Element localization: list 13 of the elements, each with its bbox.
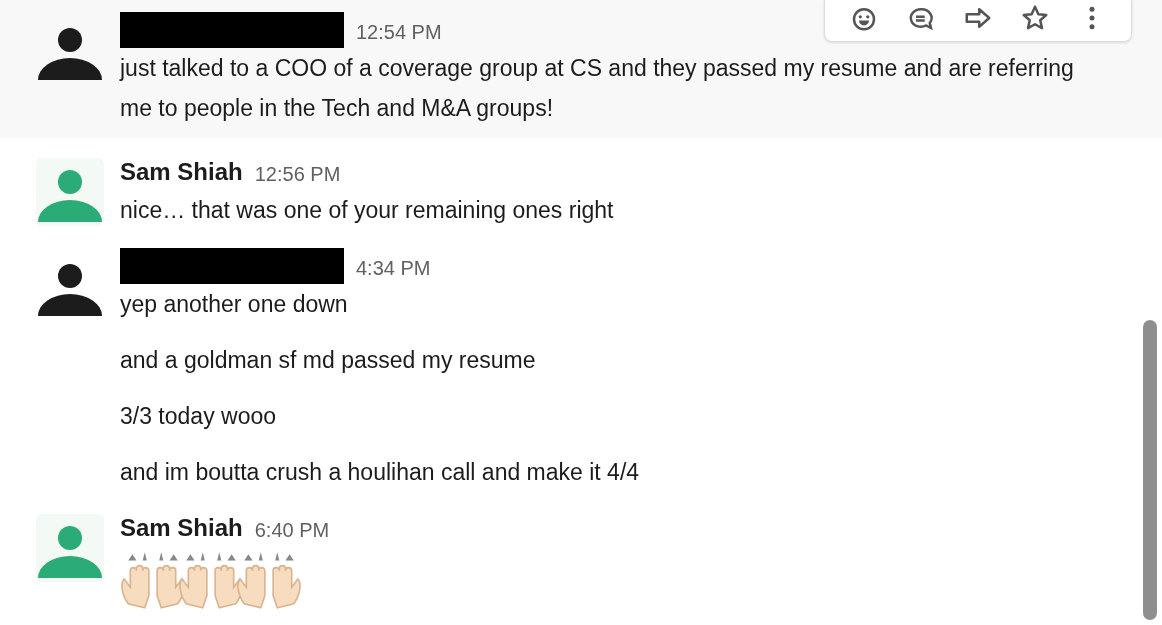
timestamp[interactable]: 6:40 PM [254, 514, 330, 542]
message-text: nice… that was one of your remaining ones right [120, 196, 614, 225]
message-text: 3/3 today wooo [120, 402, 277, 431]
timestamp[interactable]: 12:54 PM [356, 16, 442, 44]
scrollbar[interactable] [1143, 320, 1157, 620]
message-text: and im boutta crush a houlihan call and make it 4/4 [120, 458, 640, 487]
sender-name[interactable]: Sam Shiah [120, 158, 243, 186]
message-text: and a goldman sf md passed my resume [120, 346, 537, 375]
timestamp[interactable]: 12:56 PM [254, 158, 341, 186]
timestamp[interactable]: 4:34 PM [356, 252, 431, 280]
message-text: just talked to a COO of a coverage group at CS and they passed my resume and are referring me to people in the Tech and M&A groups! [120, 54, 1075, 123]
sender-name[interactable]: Sam Shiah [120, 514, 243, 542]
message-text: yep another one down [120, 290, 349, 319]
